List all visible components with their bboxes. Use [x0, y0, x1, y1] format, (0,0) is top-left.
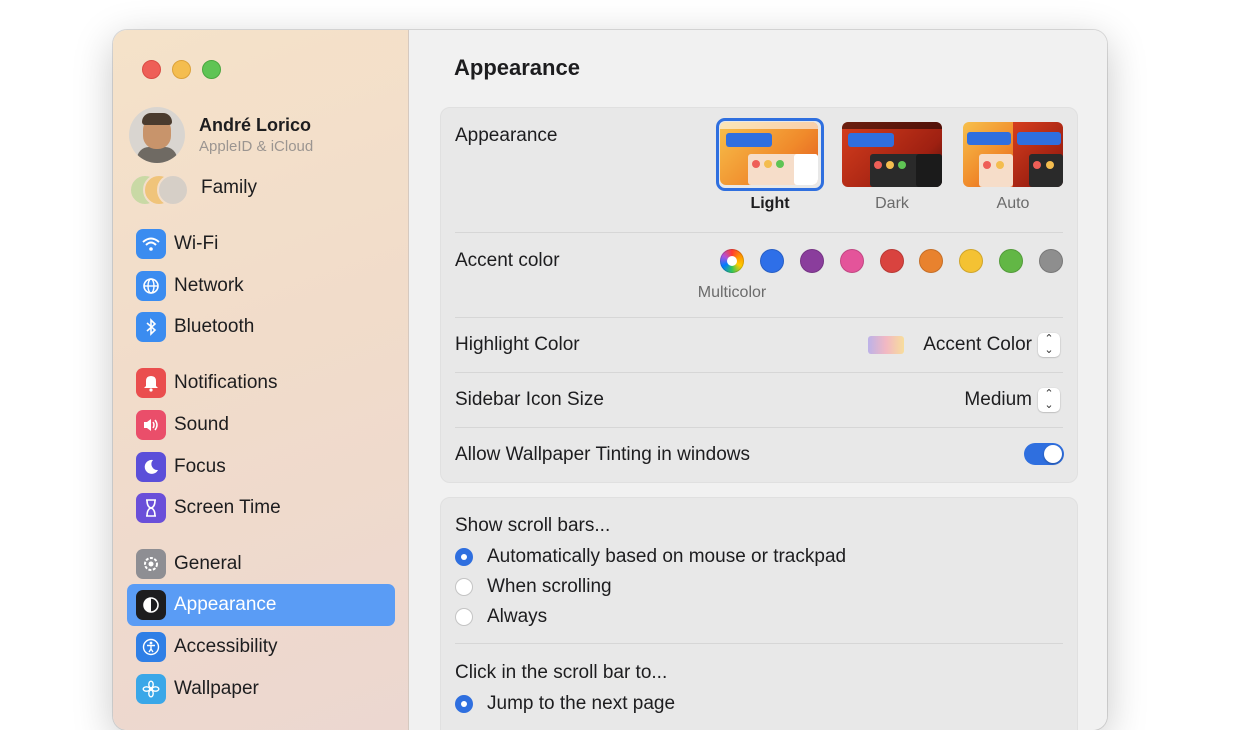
sidebar-item-label: Screen Time: [174, 497, 281, 518]
sidebar-item-label: Sound: [174, 414, 229, 435]
sidebar-item-label: Wi-Fi: [174, 233, 219, 254]
highlight-color-label: Highlight Color: [455, 334, 580, 355]
radio-label: Automatically based on mouse or trackpad: [487, 546, 847, 567]
chevron-down-icon: ⌄: [1044, 399, 1054, 411]
profile-row[interactable]: André Lorico AppleID & iCloud: [129, 106, 399, 164]
highlight-color-popup-button[interactable]: ⌃ ⌄: [1038, 333, 1060, 357]
family-row[interactable]: Family: [129, 173, 257, 206]
flower-icon: [136, 674, 166, 704]
sidebar-item-general[interactable]: General: [127, 543, 395, 585]
sidebar-item-label: Wallpaper: [174, 678, 259, 699]
radio-when-scrolling[interactable]: When scrolling: [455, 575, 612, 599]
family-label: Family: [201, 177, 257, 198]
wallpaper-tinting-toggle[interactable]: [1024, 443, 1064, 465]
minimize-button[interactable]: [172, 60, 191, 79]
radio-button[interactable]: [455, 695, 473, 713]
sidebar-icon-size-popup-button[interactable]: ⌃ ⌄: [1038, 388, 1060, 412]
radio-button[interactable]: [455, 548, 473, 566]
accent-color-label: Accent color: [455, 250, 560, 271]
accent-yellow-swatch[interactable]: [959, 249, 983, 273]
family-avatars: [129, 173, 189, 206]
accent-purple-swatch[interactable]: [800, 249, 824, 273]
bell-icon: [136, 368, 166, 398]
bluetooth-icon: [136, 312, 166, 342]
accessibility-icon: [136, 632, 166, 662]
sidebar-item-appearance[interactable]: Appearance: [127, 584, 395, 626]
sidebar-icon-size-label: Sidebar Icon Size: [455, 389, 604, 410]
main-pane: Appearance Appearance Light Dark Auto Ac…: [409, 30, 1107, 730]
sidebar-item-label: Appearance: [174, 594, 277, 615]
accent-pink-swatch[interactable]: [840, 249, 864, 273]
sidebar-item-focus[interactable]: Focus: [127, 446, 395, 488]
radio-button[interactable]: [455, 608, 473, 626]
sidebar-item-sound[interactable]: Sound: [127, 404, 395, 446]
sidebar-item-notifications[interactable]: Notifications: [127, 362, 395, 404]
sidebar-item-wallpaper[interactable]: Wallpaper: [127, 668, 395, 710]
accent-red-swatch[interactable]: [880, 249, 904, 273]
profile-name: André Lorico: [199, 115, 312, 135]
globe-icon: [136, 271, 166, 301]
highlight-color-swatch: [868, 336, 904, 354]
divider: [455, 232, 1063, 233]
divider: [455, 427, 1063, 428]
radio-label: Always: [487, 606, 548, 627]
radio-label: When scrolling: [487, 576, 612, 597]
sidebar-item-label: Network: [174, 275, 244, 296]
accent-green-swatch[interactable]: [999, 249, 1023, 273]
sidebar-item-label: Focus: [174, 456, 226, 477]
avatar: [129, 107, 185, 163]
divider: [455, 643, 1063, 644]
sidebar: André Lorico AppleID & iCloud Family Wi-…: [113, 30, 409, 730]
zoom-button[interactable]: [202, 60, 221, 79]
hourglass-icon: [136, 493, 166, 523]
radio-button[interactable]: [455, 578, 473, 596]
sidebar-item-wifi[interactable]: Wi-Fi: [127, 223, 395, 265]
sidebar-item-screen-time[interactable]: Screen Time: [127, 487, 395, 529]
settings-window: André Lorico AppleID & iCloud Family Wi-…: [113, 30, 1107, 730]
appearance-icon: [136, 590, 166, 620]
accent-selected-name: Multicolor: [697, 284, 767, 301]
show-scroll-bars-label: Show scroll bars...: [455, 515, 611, 536]
radio-label: Jump to the next page: [487, 693, 676, 714]
appearance-light-thumbnail[interactable]: [720, 122, 818, 185]
appearance-dark-thumbnail[interactable]: [842, 122, 942, 187]
sidebar-item-label: General: [174, 553, 242, 574]
appearance-label: Appearance: [455, 125, 558, 146]
accent-graphite-swatch[interactable]: [1039, 249, 1063, 273]
accent-swatches: [720, 249, 1070, 275]
divider: [455, 317, 1063, 318]
appearance-auto-thumbnail[interactable]: [963, 122, 1063, 187]
accent-blue-swatch[interactable]: [760, 249, 784, 273]
sidebar-item-label: Notifications: [174, 372, 278, 393]
accent-multicolor-swatch[interactable]: [720, 249, 744, 273]
click-scroll-bar-label: Click in the scroll bar to...: [455, 662, 668, 683]
sidebar-item-network[interactable]: Network: [127, 265, 395, 307]
scroll-bars-group: Show scroll bars... Automatically based …: [440, 497, 1078, 730]
page-title: Appearance: [454, 55, 580, 80]
radio-always[interactable]: Always: [455, 605, 547, 629]
moon-icon: [136, 452, 166, 482]
sidebar-item-label: Bluetooth: [174, 316, 255, 337]
divider: [455, 372, 1063, 373]
radio-jump-next-page[interactable]: Jump to the next page: [455, 692, 675, 716]
speaker-icon: [136, 410, 166, 440]
wifi-icon: [136, 229, 166, 259]
sidebar-item-accessibility[interactable]: Accessibility: [127, 626, 395, 668]
appearance-auto-label[interactable]: Auto: [963, 195, 1063, 213]
wallpaper-tinting-label: Allow Wallpaper Tinting in windows: [455, 444, 750, 465]
appearance-light-label[interactable]: Light: [720, 195, 820, 213]
sidebar-icon-size-value[interactable]: Medium: [964, 389, 1032, 411]
profile-subtitle: AppleID & iCloud: [199, 138, 314, 155]
accent-orange-swatch[interactable]: [919, 249, 943, 273]
radio-automatically[interactable]: Automatically based on mouse or trackpad: [455, 545, 846, 569]
appearance-group: Appearance Light Dark Auto Accent color …: [440, 107, 1078, 483]
sidebar-item-label: Accessibility: [174, 636, 278, 657]
sidebar-item-bluetooth[interactable]: Bluetooth: [127, 306, 395, 348]
highlight-color-value[interactable]: Accent Color: [923, 334, 1032, 356]
appearance-dark-label[interactable]: Dark: [842, 195, 942, 213]
chevron-down-icon: ⌄: [1044, 344, 1054, 356]
gear-icon: [136, 549, 166, 579]
close-button[interactable]: [142, 60, 161, 79]
